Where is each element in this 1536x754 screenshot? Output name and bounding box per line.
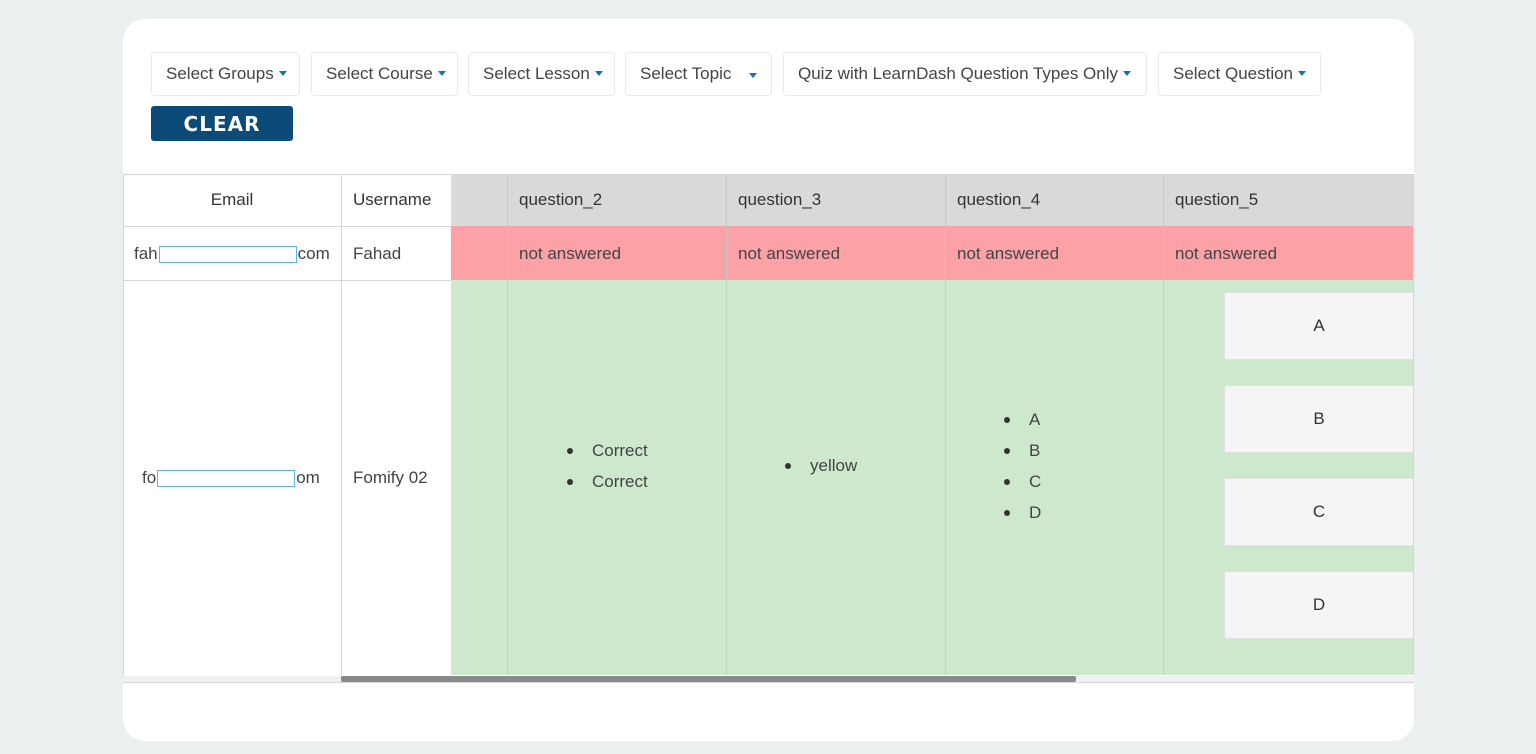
header-question-1-partial	[451, 174, 507, 226]
select-groups-label: Select Groups	[166, 64, 274, 83]
header-question-3-label: question_3	[738, 190, 822, 209]
divider	[123, 682, 1414, 683]
chevron-down-icon	[278, 70, 287, 76]
table-row-2-q4-list: A B C D	[1004, 404, 1041, 528]
select-lesson-label: Select Lesson	[483, 64, 590, 83]
divider	[726, 174, 727, 280]
divider	[1163, 174, 1164, 280]
select-course-dropdown[interactable]: Select Course	[311, 52, 458, 96]
divider	[341, 174, 342, 675]
chevron-down-icon	[437, 70, 446, 76]
list-item: A	[1004, 404, 1041, 435]
header-question-3: question_3	[726, 174, 945, 226]
table-row-2-q3-list: yellow	[785, 450, 857, 481]
list-item: yellow	[785, 450, 857, 481]
header-question-2-label: question_2	[519, 190, 603, 209]
list-item: Correct	[567, 466, 648, 497]
header-question-4: question_4	[945, 174, 1163, 226]
select-question-dropdown[interactable]: Select Question	[1158, 52, 1321, 96]
chevron-down-icon	[594, 70, 603, 76]
table-row-1-q4: not answered	[957, 244, 1060, 263]
select-course-label: Select Course	[326, 64, 433, 83]
select-lesson-dropdown[interactable]: Select Lesson	[468, 52, 615, 96]
divider	[123, 174, 124, 675]
email-prefix: fo	[142, 468, 157, 487]
answer-choice-a[interactable]: A	[1224, 292, 1414, 360]
answer-choice-c[interactable]: C	[1224, 478, 1414, 546]
header-email-label: Email	[210, 190, 254, 209]
divider	[1163, 280, 1164, 675]
select-groups-dropdown[interactable]: Select Groups	[151, 52, 300, 96]
chevron-down-icon	[1298, 70, 1307, 76]
table-row-2-q2-list: Correct Correct	[567, 435, 648, 497]
select-topic-label: Select Topic	[640, 64, 732, 83]
answer-choice-d[interactable]: D	[1224, 571, 1414, 639]
divider	[123, 174, 1414, 175]
header-question-5: question_5	[1163, 174, 1414, 226]
select-question-label: Select Question	[1173, 64, 1294, 83]
divider	[726, 280, 727, 675]
list-item: C	[1004, 466, 1041, 497]
header-question-4-label: question_4	[957, 190, 1041, 209]
header-username: Username	[341, 174, 451, 226]
select-quiz-label: Quiz with LearnDash Question Types Only	[798, 64, 1119, 83]
list-item: Correct	[567, 435, 648, 466]
divider	[945, 280, 946, 675]
email-suffix: om	[296, 468, 320, 487]
select-quiz-dropdown[interactable]: Quiz with LearnDash Question Types Only	[783, 52, 1147, 96]
report-card: Select Groups Select Course Select Lesso…	[123, 19, 1414, 741]
header-question-2: question_2	[507, 174, 726, 226]
divider	[945, 174, 946, 280]
divider	[1413, 174, 1414, 675]
table-row-2-username: Fomify 02	[353, 468, 428, 487]
header-username-label: Username	[353, 190, 432, 209]
table-row-1-q5: not answered	[1175, 244, 1278, 263]
table-row-1-q3: not answered	[738, 244, 841, 263]
redacted-email	[158, 246, 297, 264]
answer-choice-b[interactable]: B	[1224, 385, 1414, 453]
table-row-1-email: fah com	[134, 244, 330, 264]
email-suffix: com	[297, 244, 330, 263]
chevron-down-icon	[749, 73, 757, 78]
list-item: B	[1004, 435, 1041, 466]
clear-button[interactable]: CLEAR	[151, 106, 293, 141]
chevron-down-icon	[1123, 70, 1132, 76]
divider	[123, 280, 451, 281]
redacted-email	[157, 470, 296, 488]
divider	[507, 280, 508, 675]
divider	[507, 174, 508, 280]
divider	[123, 226, 451, 227]
header-question-5-label: question_5	[1175, 190, 1259, 209]
list-item: D	[1004, 497, 1041, 528]
table-row-2-email: fo om	[142, 468, 320, 488]
table-row-1-q2: not answered	[519, 244, 622, 263]
table-row-1-username: Fahad	[353, 244, 402, 263]
header-email: Email	[123, 174, 341, 226]
quiz-report-table: Email Username question_2 question_3 que…	[123, 174, 1414, 684]
select-topic-dropdown[interactable]: Select Topic	[625, 52, 772, 96]
email-prefix: fah	[134, 244, 158, 263]
